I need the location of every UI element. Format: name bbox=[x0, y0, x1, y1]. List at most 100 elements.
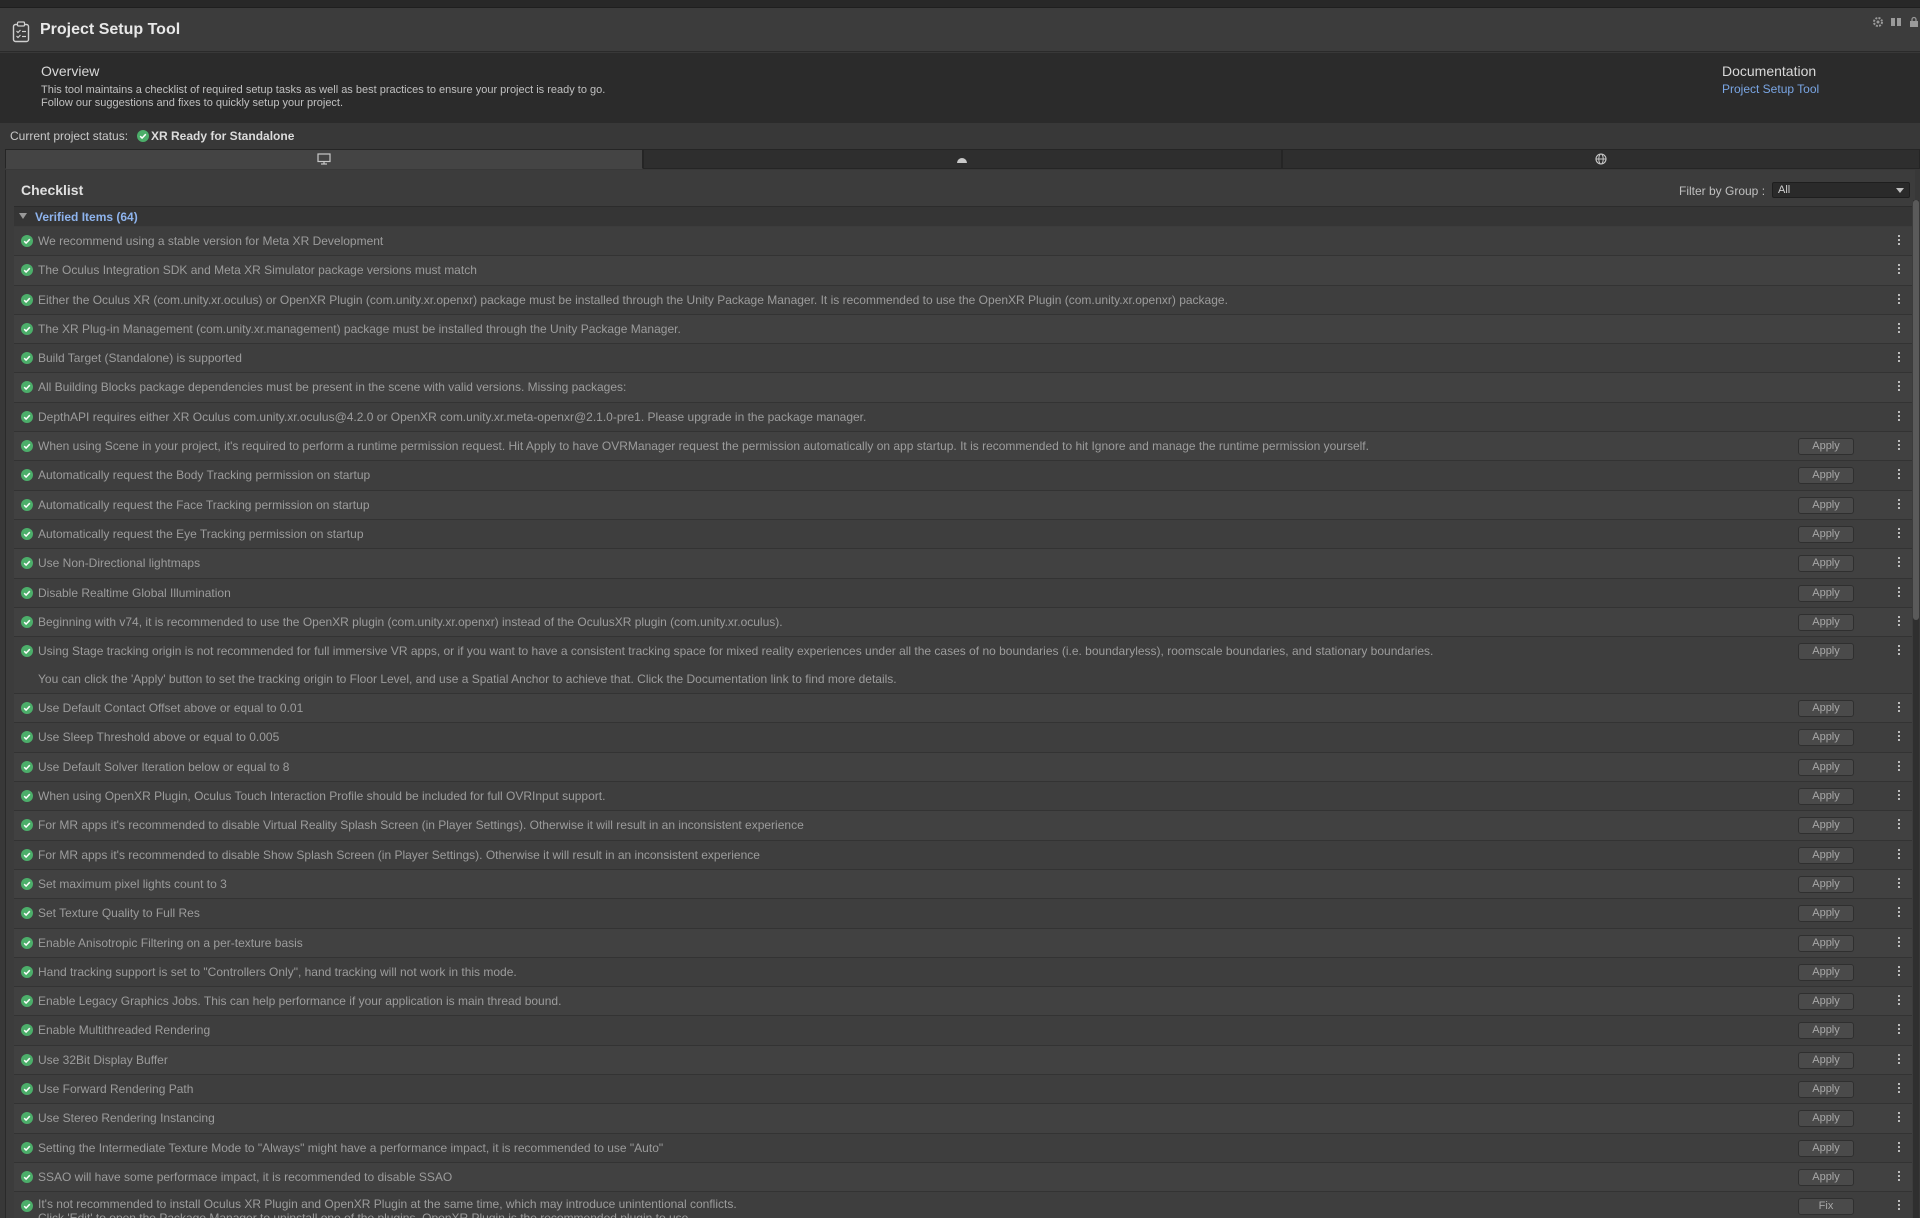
checklist-item: Automatically request the Face Tracking … bbox=[14, 490, 1912, 520]
apply-button[interactable]: Apply bbox=[1798, 700, 1854, 718]
checklist-item-text: Setting the Intermediate Texture Mode to… bbox=[38, 1140, 664, 1155]
more-options-icon[interactable] bbox=[1896, 1082, 1902, 1096]
check-circle-icon bbox=[21, 322, 33, 335]
apply-button[interactable]: Apply bbox=[1798, 1110, 1854, 1128]
apply-button[interactable]: Apply bbox=[1798, 846, 1854, 864]
checklist-item-text: Using Stage tracking origin is not recom… bbox=[38, 644, 1434, 659]
overview-section: Overview This tool maintains a checklist… bbox=[0, 53, 1920, 123]
check-circle-icon bbox=[21, 586, 33, 599]
more-options-icon[interactable] bbox=[1896, 468, 1902, 482]
more-options-icon[interactable] bbox=[1896, 848, 1902, 862]
documentation-link[interactable]: Project Setup Tool bbox=[1722, 82, 1819, 96]
settings-icon[interactable] bbox=[1872, 16, 1884, 28]
checklist-item-subtext: Click 'Edit' to open the Package Manager… bbox=[38, 1211, 692, 1218]
check-circle-icon bbox=[21, 877, 33, 890]
checklist-item: For MR apps it's recommended to disable … bbox=[14, 840, 1912, 870]
apply-button[interactable]: Apply bbox=[1798, 875, 1854, 893]
more-options-icon[interactable] bbox=[1896, 789, 1902, 803]
checklist-item-text: Enable Anisotropic Filtering on a per-te… bbox=[38, 935, 303, 950]
apply-button[interactable]: Apply bbox=[1798, 1051, 1854, 1069]
more-options-icon[interactable] bbox=[1896, 1170, 1902, 1184]
clipboard-checklist-icon bbox=[12, 21, 30, 43]
verified-items-group[interactable]: Verified Items (64) bbox=[14, 206, 1912, 226]
more-options-icon[interactable] bbox=[1896, 439, 1902, 453]
more-options-icon[interactable] bbox=[1896, 498, 1902, 512]
more-options-icon[interactable] bbox=[1896, 586, 1902, 600]
apply-button[interactable]: Apply bbox=[1798, 1139, 1854, 1157]
more-options-icon[interactable] bbox=[1896, 556, 1902, 570]
apply-button[interactable]: Apply bbox=[1798, 993, 1854, 1011]
apply-button[interactable]: Apply bbox=[1798, 758, 1854, 776]
checklist-item: Use Non-Directional lightmaps Apply bbox=[14, 549, 1912, 579]
tab-web[interactable] bbox=[1281, 149, 1920, 169]
apply-button[interactable]: Apply bbox=[1798, 1081, 1854, 1099]
more-options-icon[interactable] bbox=[1896, 730, 1902, 744]
vertical-scrollbar[interactable] bbox=[1913, 200, 1919, 1218]
more-options-icon[interactable] bbox=[1896, 527, 1902, 541]
checklist-item-text: Use Stereo Rendering Instancing bbox=[38, 1111, 215, 1126]
expand-arrow-icon[interactable] bbox=[19, 213, 27, 219]
more-options-icon[interactable] bbox=[1896, 760, 1902, 774]
checklist-item: DepthAPI requires either XR Oculus com.u… bbox=[14, 402, 1912, 433]
apply-button[interactable]: Apply bbox=[1798, 643, 1854, 661]
checklist-item: Hand tracking support is set to "Control… bbox=[14, 957, 1912, 988]
tab-standalone[interactable] bbox=[5, 149, 644, 169]
more-options-icon[interactable] bbox=[1896, 1141, 1902, 1155]
more-options-icon[interactable] bbox=[1896, 410, 1902, 424]
more-options-icon[interactable] bbox=[1896, 380, 1902, 394]
apply-button[interactable]: Apply bbox=[1798, 1022, 1854, 1040]
fix-button[interactable]: Fix bbox=[1798, 1198, 1854, 1216]
more-options-icon[interactable] bbox=[1896, 234, 1902, 248]
apply-button[interactable]: Apply bbox=[1798, 584, 1854, 602]
apply-button[interactable]: Apply bbox=[1798, 934, 1854, 952]
more-options-icon[interactable] bbox=[1896, 1111, 1902, 1125]
apply-button[interactable]: Apply bbox=[1798, 817, 1854, 835]
checklist-item-text: For MR apps it's recommended to disable … bbox=[38, 818, 804, 833]
filter-group-select[interactable]: All bbox=[1772, 182, 1910, 198]
apply-button[interactable]: Apply bbox=[1798, 788, 1854, 806]
more-options-icon[interactable] bbox=[1896, 615, 1902, 629]
checklist-item: Beginning with v74, it is recommended to… bbox=[14, 607, 1912, 638]
more-options-icon[interactable] bbox=[1896, 644, 1902, 658]
more-options-icon[interactable] bbox=[1896, 818, 1902, 832]
more-options-icon[interactable] bbox=[1896, 263, 1902, 277]
more-options-icon[interactable] bbox=[1896, 293, 1902, 307]
checklist-item: Set Texture Quality to Full Res Apply bbox=[14, 899, 1912, 929]
lock-icon[interactable] bbox=[1908, 16, 1920, 28]
more-options-icon[interactable] bbox=[1896, 1053, 1902, 1067]
apply-button[interactable]: Apply bbox=[1798, 467, 1854, 485]
more-options-icon[interactable] bbox=[1896, 936, 1902, 950]
check-circle-icon bbox=[21, 381, 33, 394]
checklist-item-text: When using OpenXR Plugin, Oculus Touch I… bbox=[38, 789, 606, 804]
tab-android[interactable] bbox=[643, 149, 1282, 169]
checklist-item-text: All Building Blocks package dependencies… bbox=[38, 380, 627, 395]
check-circle-icon bbox=[21, 760, 33, 773]
overview-description: This tool maintains a checklist of requi… bbox=[41, 84, 605, 110]
apply-button[interactable]: Apply bbox=[1798, 555, 1854, 573]
apply-button[interactable]: Apply bbox=[1798, 729, 1854, 747]
apply-button[interactable]: Apply bbox=[1798, 905, 1854, 923]
scrollbar-thumb[interactable] bbox=[1913, 200, 1919, 620]
layout-icon[interactable] bbox=[1890, 16, 1902, 28]
check-circle-icon bbox=[21, 527, 33, 540]
more-options-icon[interactable] bbox=[1896, 906, 1902, 920]
checklist-item-text: Automatically request the Eye Tracking p… bbox=[38, 526, 364, 541]
more-options-icon[interactable] bbox=[1896, 701, 1902, 715]
apply-button[interactable]: Apply bbox=[1798, 1168, 1854, 1186]
more-options-icon[interactable] bbox=[1896, 994, 1902, 1008]
more-options-icon[interactable] bbox=[1896, 1023, 1902, 1037]
checklist-item-text: The XR Plug-in Management (com.unity.xr.… bbox=[38, 321, 681, 336]
check-circle-icon bbox=[21, 1083, 33, 1096]
apply-button[interactable]: Apply bbox=[1798, 613, 1854, 631]
checklist-item: Automatically request the Eye Tracking p… bbox=[14, 519, 1912, 550]
apply-button[interactable]: Apply bbox=[1798, 963, 1854, 981]
more-options-icon[interactable] bbox=[1896, 351, 1902, 365]
apply-button[interactable]: Apply bbox=[1798, 438, 1854, 456]
more-options-icon[interactable] bbox=[1896, 877, 1902, 891]
more-options-icon[interactable] bbox=[1896, 322, 1902, 336]
apply-button[interactable]: Apply bbox=[1798, 496, 1854, 514]
more-options-icon[interactable] bbox=[1896, 1199, 1902, 1213]
more-options-icon[interactable] bbox=[1896, 965, 1902, 979]
check-circle-icon bbox=[21, 702, 33, 715]
apply-button[interactable]: Apply bbox=[1798, 525, 1854, 543]
